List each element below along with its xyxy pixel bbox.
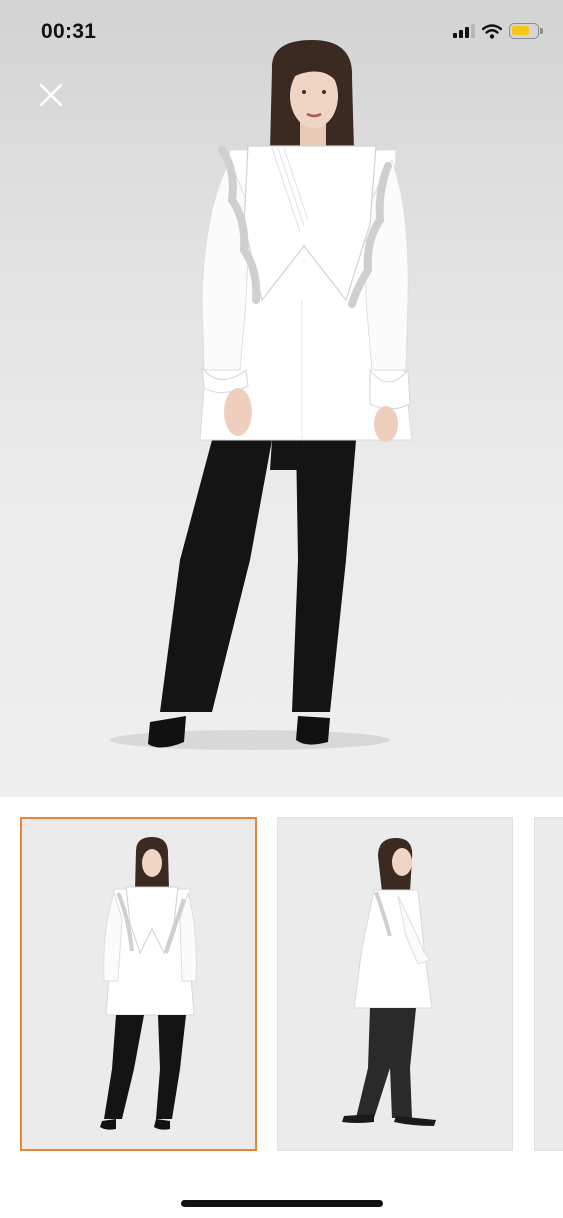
status-time: 00:31	[41, 20, 97, 43]
status-icons	[453, 23, 543, 39]
model-front-thumbnail	[100, 837, 197, 1130]
thumbnail-3-partial[interactable]	[534, 817, 563, 1151]
signal-icon	[453, 24, 475, 38]
main-product-image[interactable]	[0, 0, 563, 797]
thumbnail-strip[interactable]	[0, 797, 563, 1177]
image-viewer-screen: 00:31	[0, 0, 563, 1218]
wifi-icon	[482, 23, 502, 39]
status-bar: 00:31	[0, 0, 563, 68]
close-button[interactable]	[36, 80, 66, 110]
thumbnail-1-front[interactable]	[20, 817, 257, 1151]
battery-level-fill	[512, 26, 529, 35]
thumbnail-2-side[interactable]	[277, 817, 513, 1151]
home-indicator	[181, 1200, 383, 1207]
close-icon	[39, 83, 63, 107]
model-side-thumbnail	[342, 838, 436, 1126]
battery-icon	[509, 23, 543, 39]
model-figure-front	[110, 40, 413, 750]
